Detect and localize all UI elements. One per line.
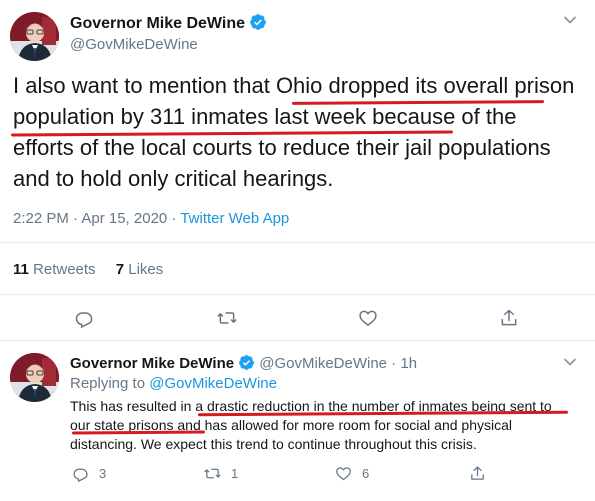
action-bar xyxy=(0,308,595,330)
reply-count: 3 xyxy=(99,466,107,481)
divider xyxy=(0,242,595,243)
reply-icon[interactable] xyxy=(72,465,89,482)
engagement-stats: 11 Retweets 7 Likes xyxy=(13,261,163,278)
retweets-label: Retweets xyxy=(33,261,96,278)
replying-to: Replying to @GovMikeDeWine xyxy=(70,375,277,392)
verified-icon xyxy=(239,355,255,370)
handle[interactable]: @GovMikeDeWine xyxy=(259,355,387,372)
source-app[interactable]: Twitter Web App xyxy=(180,210,289,227)
timestamp[interactable]: 2:22 PM · Apr 15, 2020 xyxy=(13,210,167,227)
share-icon[interactable] xyxy=(499,308,519,328)
like-icon[interactable] xyxy=(358,308,378,328)
avatar[interactable] xyxy=(10,12,59,61)
retweet-count: 1 xyxy=(231,466,239,481)
retweets-stat[interactable]: 11 Retweets xyxy=(13,261,96,278)
retweet-icon[interactable] xyxy=(217,308,237,328)
likes-label: Likes xyxy=(128,261,164,278)
display-name-text[interactable]: Governor Mike DeWine xyxy=(70,15,245,32)
share-icon[interactable] xyxy=(469,465,486,482)
tweet-text-part: This has resulted in xyxy=(70,398,196,414)
tweet-meta: 2:22 PM · Apr 15, 2020 · Twitter Web App xyxy=(13,210,289,227)
chevron-down-icon[interactable] xyxy=(563,355,577,369)
action-bar: 3 1 6 xyxy=(70,465,570,483)
retweets-count: 11 xyxy=(13,261,29,278)
likes-stat[interactable]: 7 Likes xyxy=(116,261,164,278)
like-action[interactable]: 6 xyxy=(335,465,369,482)
meta-separator: · xyxy=(167,210,181,227)
timestamp[interactable]: 1h xyxy=(400,355,417,372)
display-name[interactable]: Governor Mike DeWine xyxy=(70,13,267,33)
retweet-icon[interactable] xyxy=(204,465,221,482)
meta-separator: · xyxy=(387,355,401,372)
replying-to-link[interactable]: @GovMikeDeWine xyxy=(149,375,277,392)
reply-header: Governor Mike DeWine @GovMikeDeWine · 1h xyxy=(70,354,417,372)
main-tweet: Governor Mike DeWine @GovMikeDeWine I al… xyxy=(0,0,595,340)
like-icon[interactable] xyxy=(335,465,352,482)
handle[interactable]: @GovMikeDeWine xyxy=(70,36,198,53)
reply-icon[interactable] xyxy=(74,308,94,328)
likes-count: 7 xyxy=(115,261,125,278)
retweet-action[interactable]: 1 xyxy=(204,465,238,482)
verified-icon xyxy=(250,14,266,30)
display-name[interactable]: Governor Mike DeWine xyxy=(70,355,234,372)
reply-action[interactable]: 3 xyxy=(72,465,106,482)
avatar[interactable] xyxy=(10,353,59,402)
share-action[interactable] xyxy=(469,465,486,482)
like-count: 6 xyxy=(362,466,370,481)
reply-tweet[interactable]: Governor Mike DeWine @GovMikeDeWine · 1h… xyxy=(0,341,595,501)
divider xyxy=(0,294,595,295)
chevron-down-icon[interactable] xyxy=(563,13,577,27)
tweet-text: This has resulted in a drastic reduction… xyxy=(70,397,575,454)
replying-label: Replying to xyxy=(70,375,150,392)
tweet-text-part: I also want to mention that xyxy=(13,73,276,98)
